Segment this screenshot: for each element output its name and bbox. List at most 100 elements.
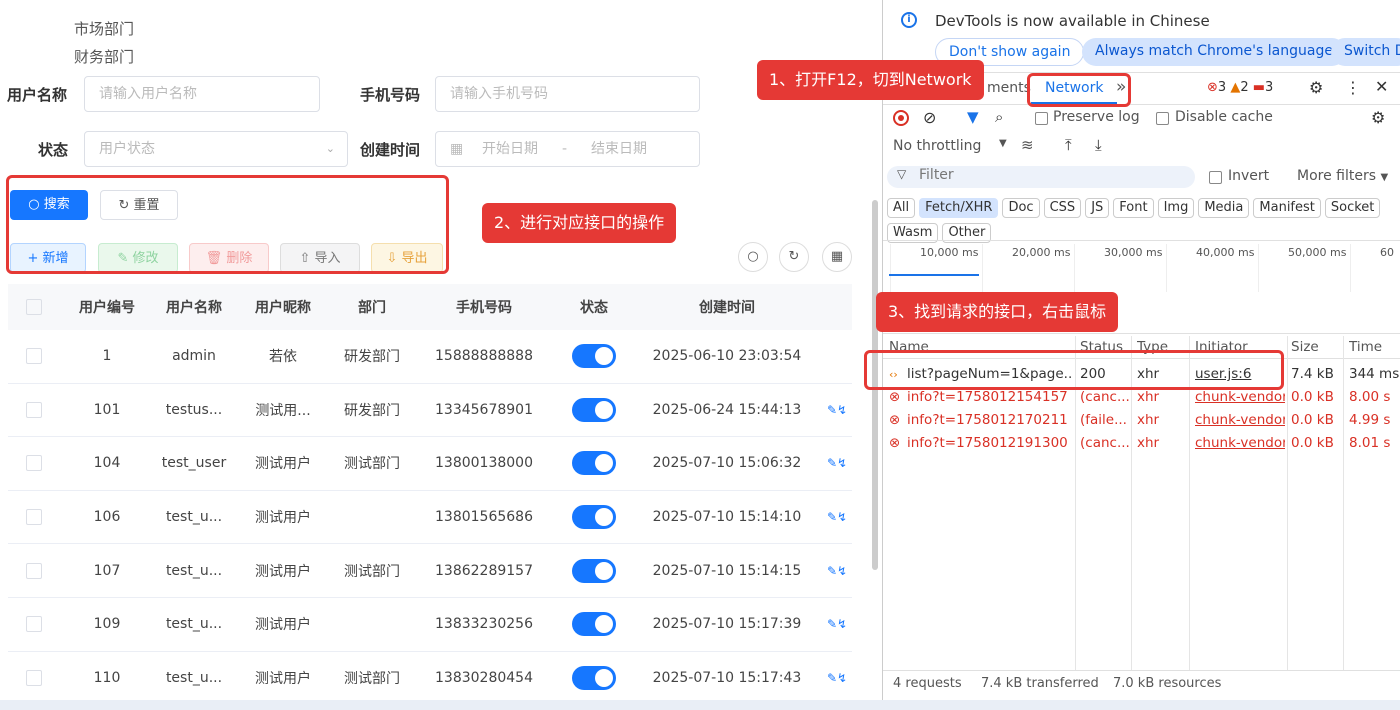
table-row[interactable]: 107 test_u... 测试用户 测试部门 13862289157 2025-07-1… [8, 544, 852, 598]
type-filter-chip[interactable]: Media [1198, 198, 1250, 218]
tab-elements[interactable]: ments [987, 80, 1031, 96]
always-match-language-button[interactable]: Always match Chrome's language [1082, 38, 1346, 66]
edit-action-icon[interactable]: ✎↯ [822, 510, 852, 524]
cell-time: 2025-07-10 15:14:15 [652, 562, 802, 579]
select-all-checkbox[interactable] [26, 299, 42, 315]
refresh-icon[interactable]: ↻ [779, 242, 809, 272]
col-size[interactable]: Size [1291, 336, 1319, 359]
type-filter-chip[interactable]: Img [1157, 198, 1195, 218]
status-toggle[interactable] [572, 451, 616, 476]
warning-count: 2 [1240, 80, 1249, 95]
bottom-edge [0, 700, 1400, 710]
issue-counters[interactable]: ⊗3 ▲2 ▬3 [1207, 80, 1273, 95]
table-row[interactable]: 1 admin 若依 研发部门 15888888888 2025-06-10 23:03:… [8, 330, 852, 384]
type-filter-chip[interactable]: Fetch/XHR [919, 198, 999, 218]
calendar-icon: ▦ [450, 141, 464, 157]
edit-action-icon[interactable]: ✎↯ [822, 456, 852, 470]
cell-dept: 研发部门 [344, 402, 400, 419]
status-select[interactable]: 用户状态 ⌄ [84, 131, 348, 167]
request-row[interactable]: ⊗ info?t=1758012170211 (faile... xhr chunk-v… [883, 409, 1400, 432]
phone-input[interactable]: 请输入手机号码 [435, 76, 700, 112]
type-filter-chip[interactable]: CSS [1043, 198, 1082, 218]
type-filter-chip[interactable]: All [887, 198, 916, 218]
table-row[interactable]: 110 test_u... 测试用户 测试部门 13830280454 2025-07-1… [8, 652, 852, 700]
row-checkbox[interactable] [26, 669, 42, 686]
row-checkbox[interactable] [26, 348, 42, 365]
cell-phone: 13345678901 [435, 401, 533, 418]
status-toggle[interactable] [572, 505, 616, 530]
cell-nick: 测试用户 [255, 456, 311, 473]
request-name[interactable]: info?t=1758012191300 [907, 432, 1073, 455]
username-input[interactable]: 请输入用户名称 [84, 76, 320, 112]
edit-action-icon[interactable]: ✎↯ [822, 403, 852, 417]
status-toggle[interactable] [572, 612, 616, 637]
request-name[interactable]: info?t=1758012170211 [907, 409, 1073, 432]
row-checkbox[interactable] [26, 616, 42, 633]
type-filter-chip[interactable]: JS [1085, 198, 1110, 218]
search-icon[interactable]: ⌕ [995, 108, 1003, 126]
preserve-log-label: Preserve log [1053, 109, 1140, 125]
filter-placeholder: Filter [919, 167, 954, 183]
switch-language-button[interactable]: Switch D [1331, 38, 1400, 66]
status-toggle[interactable] [572, 558, 616, 583]
settings-gear-icon[interactable]: ⚙ [1309, 78, 1323, 97]
request-initiator[interactable]: chunk-vendors [1195, 409, 1285, 432]
disable-cache-checkbox[interactable] [1156, 112, 1169, 125]
close-icon[interactable]: ✕ [1375, 77, 1388, 96]
tree-item-market[interactable]: 市场部门 [74, 18, 134, 39]
table-row[interactable]: 104 test_user 测试用户 测试部门 13800138000 2025-07-1… [8, 437, 852, 491]
more-filters-label: More filters [1297, 168, 1377, 184]
network-settings-icon[interactable]: ⚙ [1371, 108, 1385, 127]
status-label: 状态 [38, 141, 69, 159]
status-toggle[interactable] [572, 665, 616, 690]
edit-action-icon[interactable]: ✎↯ [822, 671, 852, 685]
edit-action-icon[interactable]: ✎↯ [822, 617, 852, 631]
more-filters-dropdown[interactable]: More filters ▼ [1297, 168, 1388, 184]
cell-phone: 13830280454 [435, 669, 533, 686]
request-row[interactable]: ⊗ info?t=1758012191300 (canc... xhr chunk-ve… [883, 432, 1400, 455]
filter-input[interactable]: ▽ Filter [887, 166, 1195, 188]
end-date-input[interactable]: 结束日期 [591, 132, 647, 166]
throttling-select[interactable]: No throttling [893, 138, 981, 154]
row-checkbox[interactable] [26, 509, 42, 526]
request-time: 8.01 s [1349, 435, 1391, 451]
summary-transferred: 7.4 kB transferred [981, 676, 1099, 691]
status-toggle[interactable] [572, 344, 616, 369]
type-filter-chip[interactable]: Socket [1324, 198, 1381, 218]
request-initiator[interactable]: chunk-vendors [1195, 432, 1285, 455]
download-icon[interactable]: ⤓ [1095, 136, 1102, 154]
table-row[interactable]: 109 test_u... 测试用户 13833230256 2025-07-10 15… [8, 598, 852, 652]
cell-id: 109 [93, 616, 121, 633]
cell-time: 2025-07-10 15:17:43 [652, 669, 802, 686]
wifi-icon[interactable]: ≋ [1021, 136, 1034, 154]
invert-checkbox[interactable] [1209, 171, 1222, 184]
row-checkbox[interactable] [26, 401, 42, 418]
status-toggle[interactable] [572, 397, 616, 422]
date-range-picker[interactable]: ▦ 开始日期 - 结束日期 [435, 131, 700, 167]
clear-icon[interactable]: ⊘ [923, 108, 936, 127]
kebab-menu-icon[interactable]: ⋮ [1345, 78, 1361, 97]
row-checkbox[interactable] [26, 455, 42, 472]
table-row[interactable]: 101 testus... 测试用... 研发部门 13345678901 2025-06… [8, 384, 852, 438]
preserve-log-checkbox[interactable] [1035, 112, 1048, 125]
network-timeline[interactable]: 10,000 ms 20,000 ms 30,000 ms 40,000 ms 50,0… [883, 244, 1400, 294]
cell-phone: 13833230256 [435, 616, 533, 633]
edit-action-icon[interactable]: ✎↯ [822, 564, 852, 578]
row-checkbox[interactable] [26, 562, 42, 579]
upload-icon[interactable]: ⤒ [1065, 136, 1072, 154]
filter-funnel-icon[interactable]: ▼ [967, 108, 979, 126]
type-filter-chip[interactable]: Doc [1002, 198, 1040, 218]
table-row[interactable]: 106 test_u... 测试用户 13801565686 2025-07-10 15… [8, 491, 852, 545]
start-date-input[interactable]: 开始日期 [482, 132, 538, 166]
record-stop-icon[interactable] [893, 110, 909, 126]
tree-item-finance[interactable]: 财务部门 [74, 46, 134, 67]
col-time[interactable]: Time [1349, 336, 1382, 359]
request-size: 7.4 kB [1291, 366, 1334, 382]
search-toggle-icon[interactable]: ○ [738, 242, 768, 272]
chevron-down-icon[interactable]: ▼ [999, 138, 1007, 149]
timeline-tick-label: 30,000 ms [1104, 246, 1163, 259]
type-filter-chip[interactable]: Manifest [1253, 198, 1321, 218]
type-filter-chip[interactable]: Font [1113, 198, 1154, 218]
columns-grid-icon[interactable]: ▦ [822, 242, 852, 272]
language-banner-text: DevTools is now available in Chinese [935, 12, 1210, 30]
